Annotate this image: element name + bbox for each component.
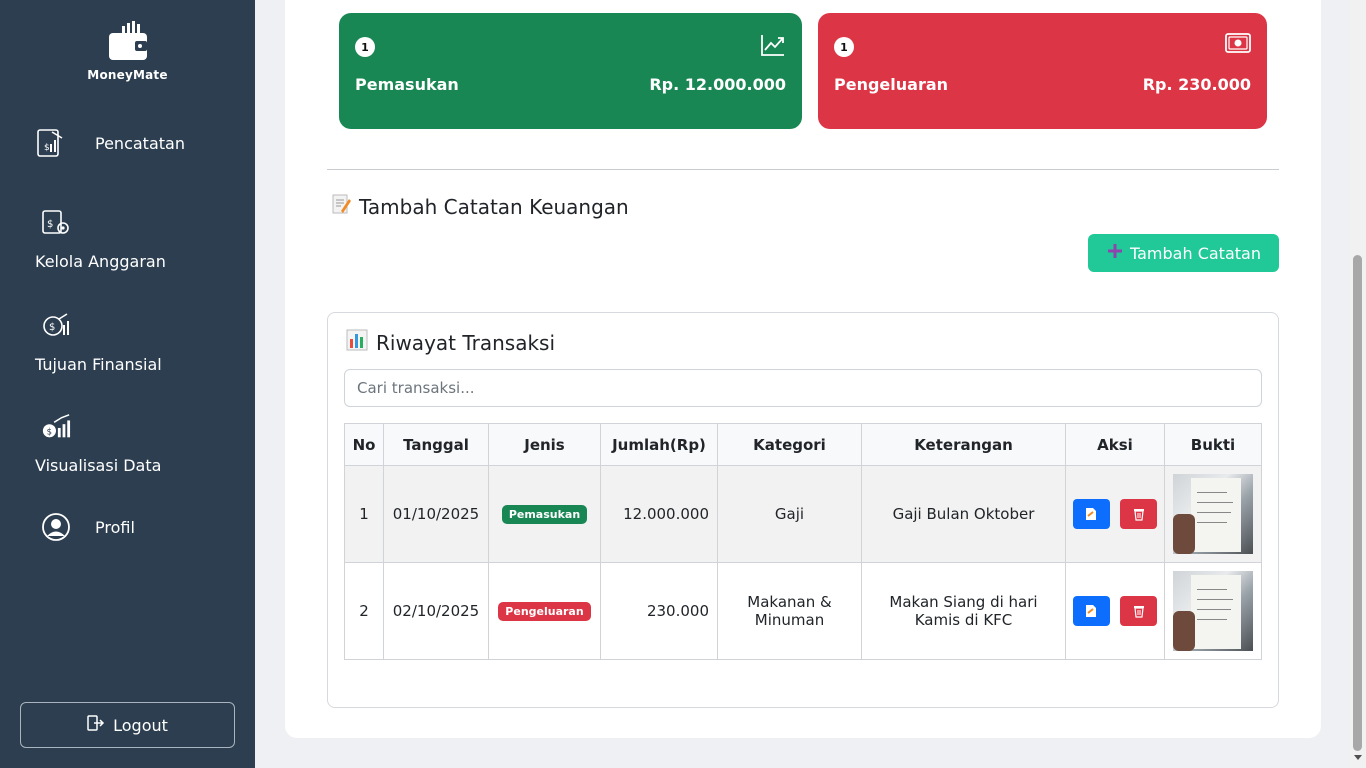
svg-text:$: $ [47,427,52,437]
brand[interactable]: MoneyMate [0,20,255,82]
expense-summary-card: 1 Pengeluaran Rp. 230.000 [818,13,1267,129]
receipt-thumbnail[interactable] [1173,571,1253,651]
scroll-down-arrow[interactable] [1354,755,1362,760]
column-header: Jumlah(Rp) [600,423,718,466]
sidebar-item-label: Kelola Anggaran [35,252,166,271]
sidebar-item-kelola-anggaran[interactable]: $ Kelola Anggaran [35,208,166,271]
trending-up-icon [760,33,786,61]
add-record-button-label: Tambah Catatan [1130,243,1261,263]
transactions-table: No Tanggal Jenis Jumlah(Rp) Kategori Ket… [344,423,1262,660]
cell-amount: 12.000.000 [600,465,718,563]
cell-note: Makan Siang di hari Kamis di KFC [861,562,1066,660]
history-title-text: Riwayat Transaksi [376,330,556,355]
ledger-icon: $ [35,128,65,158]
logout-label: Logout [113,715,168,735]
edit-button[interactable] [1072,499,1110,529]
svg-text:$: $ [49,322,55,333]
cell-date: 02/10/2025 [383,562,489,660]
expense-count-badge: 1 [834,37,854,57]
edit-icon [1086,605,1097,617]
sidebar-item-label: Profil [95,517,135,537]
sidebar-item-tujuan-finansial[interactable]: $ Tujuan Finansial [35,311,162,374]
add-record-title: Tambah Catatan Keuangan [331,193,629,220]
sidebar-item-visualisasi-data[interactable]: $ Visualisasi Data [35,412,161,475]
plus-icon [1106,242,1124,264]
sidebar: MoneyMate $ Pencatatan $ Kelola Anggaran… [0,0,255,768]
cell-date: 01/10/2025 [383,465,489,563]
trash-icon [1133,509,1144,521]
cell-amount: 230.000 [600,562,718,660]
sidebar-item-profil[interactable]: Profil [35,512,135,542]
brand-name: MoneyMate [87,68,168,82]
income-count-badge: 1 [355,37,375,57]
cash-icon [1225,33,1251,57]
expense-value: Rp. 230.000 [1142,75,1251,94]
divider [327,169,1279,170]
sidebar-item-label: Tujuan Finansial [35,355,162,374]
cell-no: 1 [344,465,384,563]
sidebar-item-label: Pencatatan [95,133,185,153]
delete-button[interactable] [1120,596,1158,626]
bar-chart-icon [346,329,368,356]
column-header: Aksi [1065,423,1165,466]
cell-note: Gaji Bulan Oktober [861,465,1066,563]
sidebar-item-pencatatan[interactable]: $ Pencatatan [35,128,185,158]
income-summary-card: 1 Pemasukan Rp. 12.000.000 [339,13,802,129]
history-title: Riwayat Transaksi [346,329,555,356]
type-badge-income: Pemasukan [501,505,588,524]
column-header: No [344,423,384,466]
table-row: 2 02/10/2025 Pengeluaran 230.000 Makanan… [344,562,1262,660]
cell-receipt [1164,562,1262,660]
column-header: Kategori [717,423,862,466]
add-record-title-text: Tambah Catatan Keuangan [359,194,629,219]
edit-button[interactable] [1072,596,1110,626]
cell-type: Pengeluaran [488,562,601,660]
transaction-history-panel: Riwayat Transaksi No Tanggal Jenis Jumla… [327,312,1279,708]
chart-icon: $ [41,412,71,442]
edit-icon [1086,508,1097,520]
table-header-row: No Tanggal Jenis Jumlah(Rp) Kategori Ket… [344,423,1262,466]
cell-category: Makanan & Minuman [717,562,862,660]
column-header: Tanggal [383,423,489,466]
column-header: Jenis [488,423,601,466]
svg-text:$: $ [47,219,53,230]
income-value: Rp. 12.000.000 [649,75,786,94]
svg-text:$: $ [44,143,50,153]
income-label: Pemasukan [355,75,459,94]
delete-button[interactable] [1120,499,1158,529]
sidebar-item-label: Visualisasi Data [35,456,162,475]
logout-icon [87,715,105,735]
table-row: 1 01/10/2025 Pemasukan 12.000.000 Gaji G… [344,465,1262,563]
add-record-button[interactable]: Tambah Catatan [1088,234,1279,272]
column-header: Keterangan [861,423,1066,466]
cell-actions [1065,465,1165,563]
column-header: Bukti [1164,423,1262,466]
cell-type: Pemasukan [488,465,601,563]
trash-icon [1133,606,1144,618]
budget-icon: $ [41,208,71,238]
logout-button[interactable]: Logout [20,702,235,748]
cell-actions [1065,562,1165,660]
type-badge-expense: Pengeluaran [498,602,591,621]
cell-no: 2 [344,562,384,660]
scrollbar-thumb[interactable] [1353,255,1362,751]
expense-label: Pengeluaran [834,75,949,94]
target-icon: $ [41,311,71,341]
user-icon [41,512,71,542]
cell-receipt [1164,465,1262,563]
memo-icon [331,193,351,220]
receipt-thumbnail[interactable] [1173,474,1253,554]
search-input[interactable] [344,369,1262,407]
cell-category: Gaji [717,465,862,563]
wallet-icon [107,20,149,66]
